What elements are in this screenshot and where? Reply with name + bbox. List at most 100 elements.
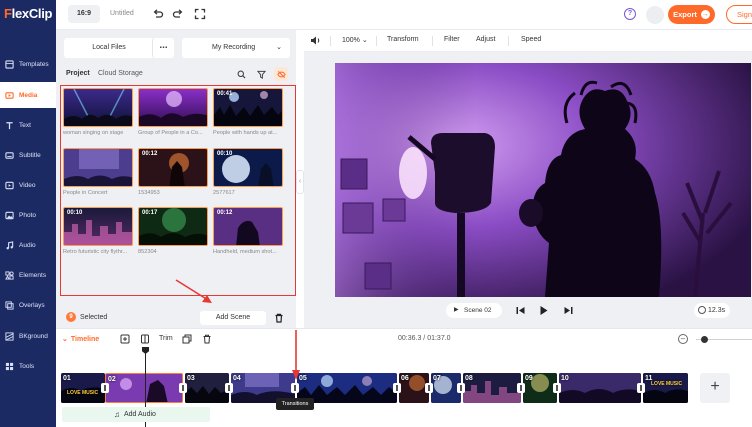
sidebar-item-tools[interactable]: Tools [0,353,56,379]
tools-icon [5,362,14,371]
aspect-ratio-button[interactable]: 16:9 [68,5,100,23]
media-thumbnail[interactable] [138,88,208,127]
sidebar-item-label: Overlays [19,301,45,309]
clip-text: LOVE MUSIC [67,390,99,396]
tab-local-files[interactable]: Local Files [64,38,154,58]
play-icon[interactable] [538,305,549,316]
sidebar-item-bkground[interactable]: BKground [0,323,56,349]
scene-selector[interactable]: ▶ Scene 02 [446,303,502,318]
fullscreen-icon[interactable] [194,8,206,20]
scene-clip[interactable]: 01 LOVE MUSIC [61,373,105,403]
sidebar-item-subtitle[interactable]: Subtitle [0,142,56,168]
sidebar-item-overlays[interactable]: Overlays [0,292,56,318]
chevron-down-icon: ⌄ [276,44,282,51]
media-thumbnail[interactable]: 00:17 [138,207,208,246]
preview-frame [335,63,751,297]
sidebar-item-video[interactable]: Video [0,172,56,198]
transition-handle[interactable] [225,383,233,393]
tab-my-recording[interactable]: My Recording ⌄ [182,38,290,58]
tab-project[interactable]: Project [66,70,90,77]
filter-icon[interactable] [254,67,268,81]
sign-in-button[interactable]: Sign [726,5,752,24]
timeline-toggle[interactable]: ⌄ Timeline [62,335,99,344]
volume-icon[interactable] [310,35,321,48]
transform-button[interactable]: Transform [387,36,419,43]
scene-clip[interactable]: 03 [185,373,229,403]
media-thumbnail[interactable]: 00:12 [213,207,283,246]
search-icon[interactable] [234,67,248,81]
add-clip-button[interactable]: + [700,373,730,403]
add-audio-button[interactable]: ♫ Add Audio [62,407,210,422]
duration-badge: 00:41 [217,91,233,97]
text-icon [5,121,14,130]
sidebar-item-templates[interactable]: Templates [0,51,56,77]
zoom-out-icon[interactable]: – [678,334,688,344]
export-label: Export [673,10,697,19]
transition-handle[interactable] [517,383,525,393]
sidebar-item-text[interactable]: Text [0,112,56,138]
transition-handle[interactable] [457,383,465,393]
collapse-panel-handle[interactable]: ‹ [296,170,304,194]
split-icon[interactable] [140,334,150,344]
zoom-slider-handle[interactable] [701,336,708,343]
trim-button[interactable]: Trim [159,335,173,342]
scene-clip-selected[interactable]: 02 [105,373,183,403]
avatar[interactable] [646,6,664,24]
scene-clip[interactable]: 10 [559,373,641,403]
transition-handle[interactable] [179,383,187,393]
previous-scene-icon[interactable] [515,305,526,316]
transition-handle[interactable] [637,383,645,393]
tab-cloud-storage[interactable]: Cloud Storage [98,70,143,77]
project-title[interactable]: Untitled [110,10,134,17]
sidebar-item-label: Media [19,91,38,99]
help-icon[interactable]: ? [624,8,636,20]
video-preview[interactable] [335,63,751,297]
sidebar-item-elements[interactable]: Elements [0,262,56,288]
transition-handle[interactable] [291,383,299,393]
more-options-button[interactable]: ... [152,38,174,58]
transition-handle[interactable] [553,383,561,393]
add-scene-icon[interactable] [120,334,130,344]
transition-handle[interactable] [393,383,401,393]
media-thumbnail[interactable]: 00:10 [63,207,133,246]
trash-icon[interactable] [274,313,284,323]
media-caption: Group of People in a Co... [138,130,203,136]
scene-clip[interactable]: 11 LOVE MUSIC [643,373,688,403]
transition-handle[interactable] [101,383,109,393]
transition-handle[interactable] [425,383,433,393]
media-thumbnail[interactable] [63,148,133,187]
sidebar-item-label: Templates [19,60,49,68]
clip-number: 06 [401,375,409,382]
photo-icon [5,211,14,220]
adjust-button[interactable]: Adjust [476,36,495,43]
redo-icon[interactable] [172,8,184,20]
duplicate-icon[interactable] [182,334,192,344]
clip-number: 05 [299,375,307,382]
zoom-select[interactable]: 100% ⌄ [342,36,368,44]
music-note-icon: ♫ [114,410,120,419]
media-grid-highlight: woman singing on stage Group of People i… [60,85,296,296]
hide-used-icon[interactable] [274,67,288,81]
sidebar-item-audio[interactable]: Audio [0,232,56,258]
clip-number: 02 [108,376,116,383]
scene-duration[interactable]: 12.3s [694,303,730,318]
media-thumbnail[interactable] [63,88,133,127]
export-button[interactable]: Export → [668,5,715,24]
next-scene-icon[interactable] [563,305,574,316]
clip-number: 09 [525,375,533,382]
media-thumbnail[interactable]: 00:12 [138,148,208,187]
delete-icon[interactable] [202,334,212,344]
sidebar-item-media[interactable]: Media [0,82,56,108]
duration-badge: 00:12 [142,151,158,157]
flexclip-logo[interactable]: FlexClip [4,6,52,21]
add-scene-button[interactable]: Add Scene [200,311,266,325]
sidebar-item-photo[interactable]: Photo [0,202,56,228]
scene-clip[interactable]: 08 [463,373,521,403]
speed-button[interactable]: Speed [521,36,541,43]
scene-clip[interactable]: 09 [523,373,557,403]
timeline: ⌄ Timeline Trim 00:36.3 / 01:37.0 – 01 LO… [56,328,752,427]
filter-button[interactable]: Filter [444,36,460,43]
media-thumbnail[interactable]: 00:10 [213,148,283,187]
undo-icon[interactable] [152,8,164,20]
media-thumbnail[interactable]: 00:41 [213,88,283,127]
